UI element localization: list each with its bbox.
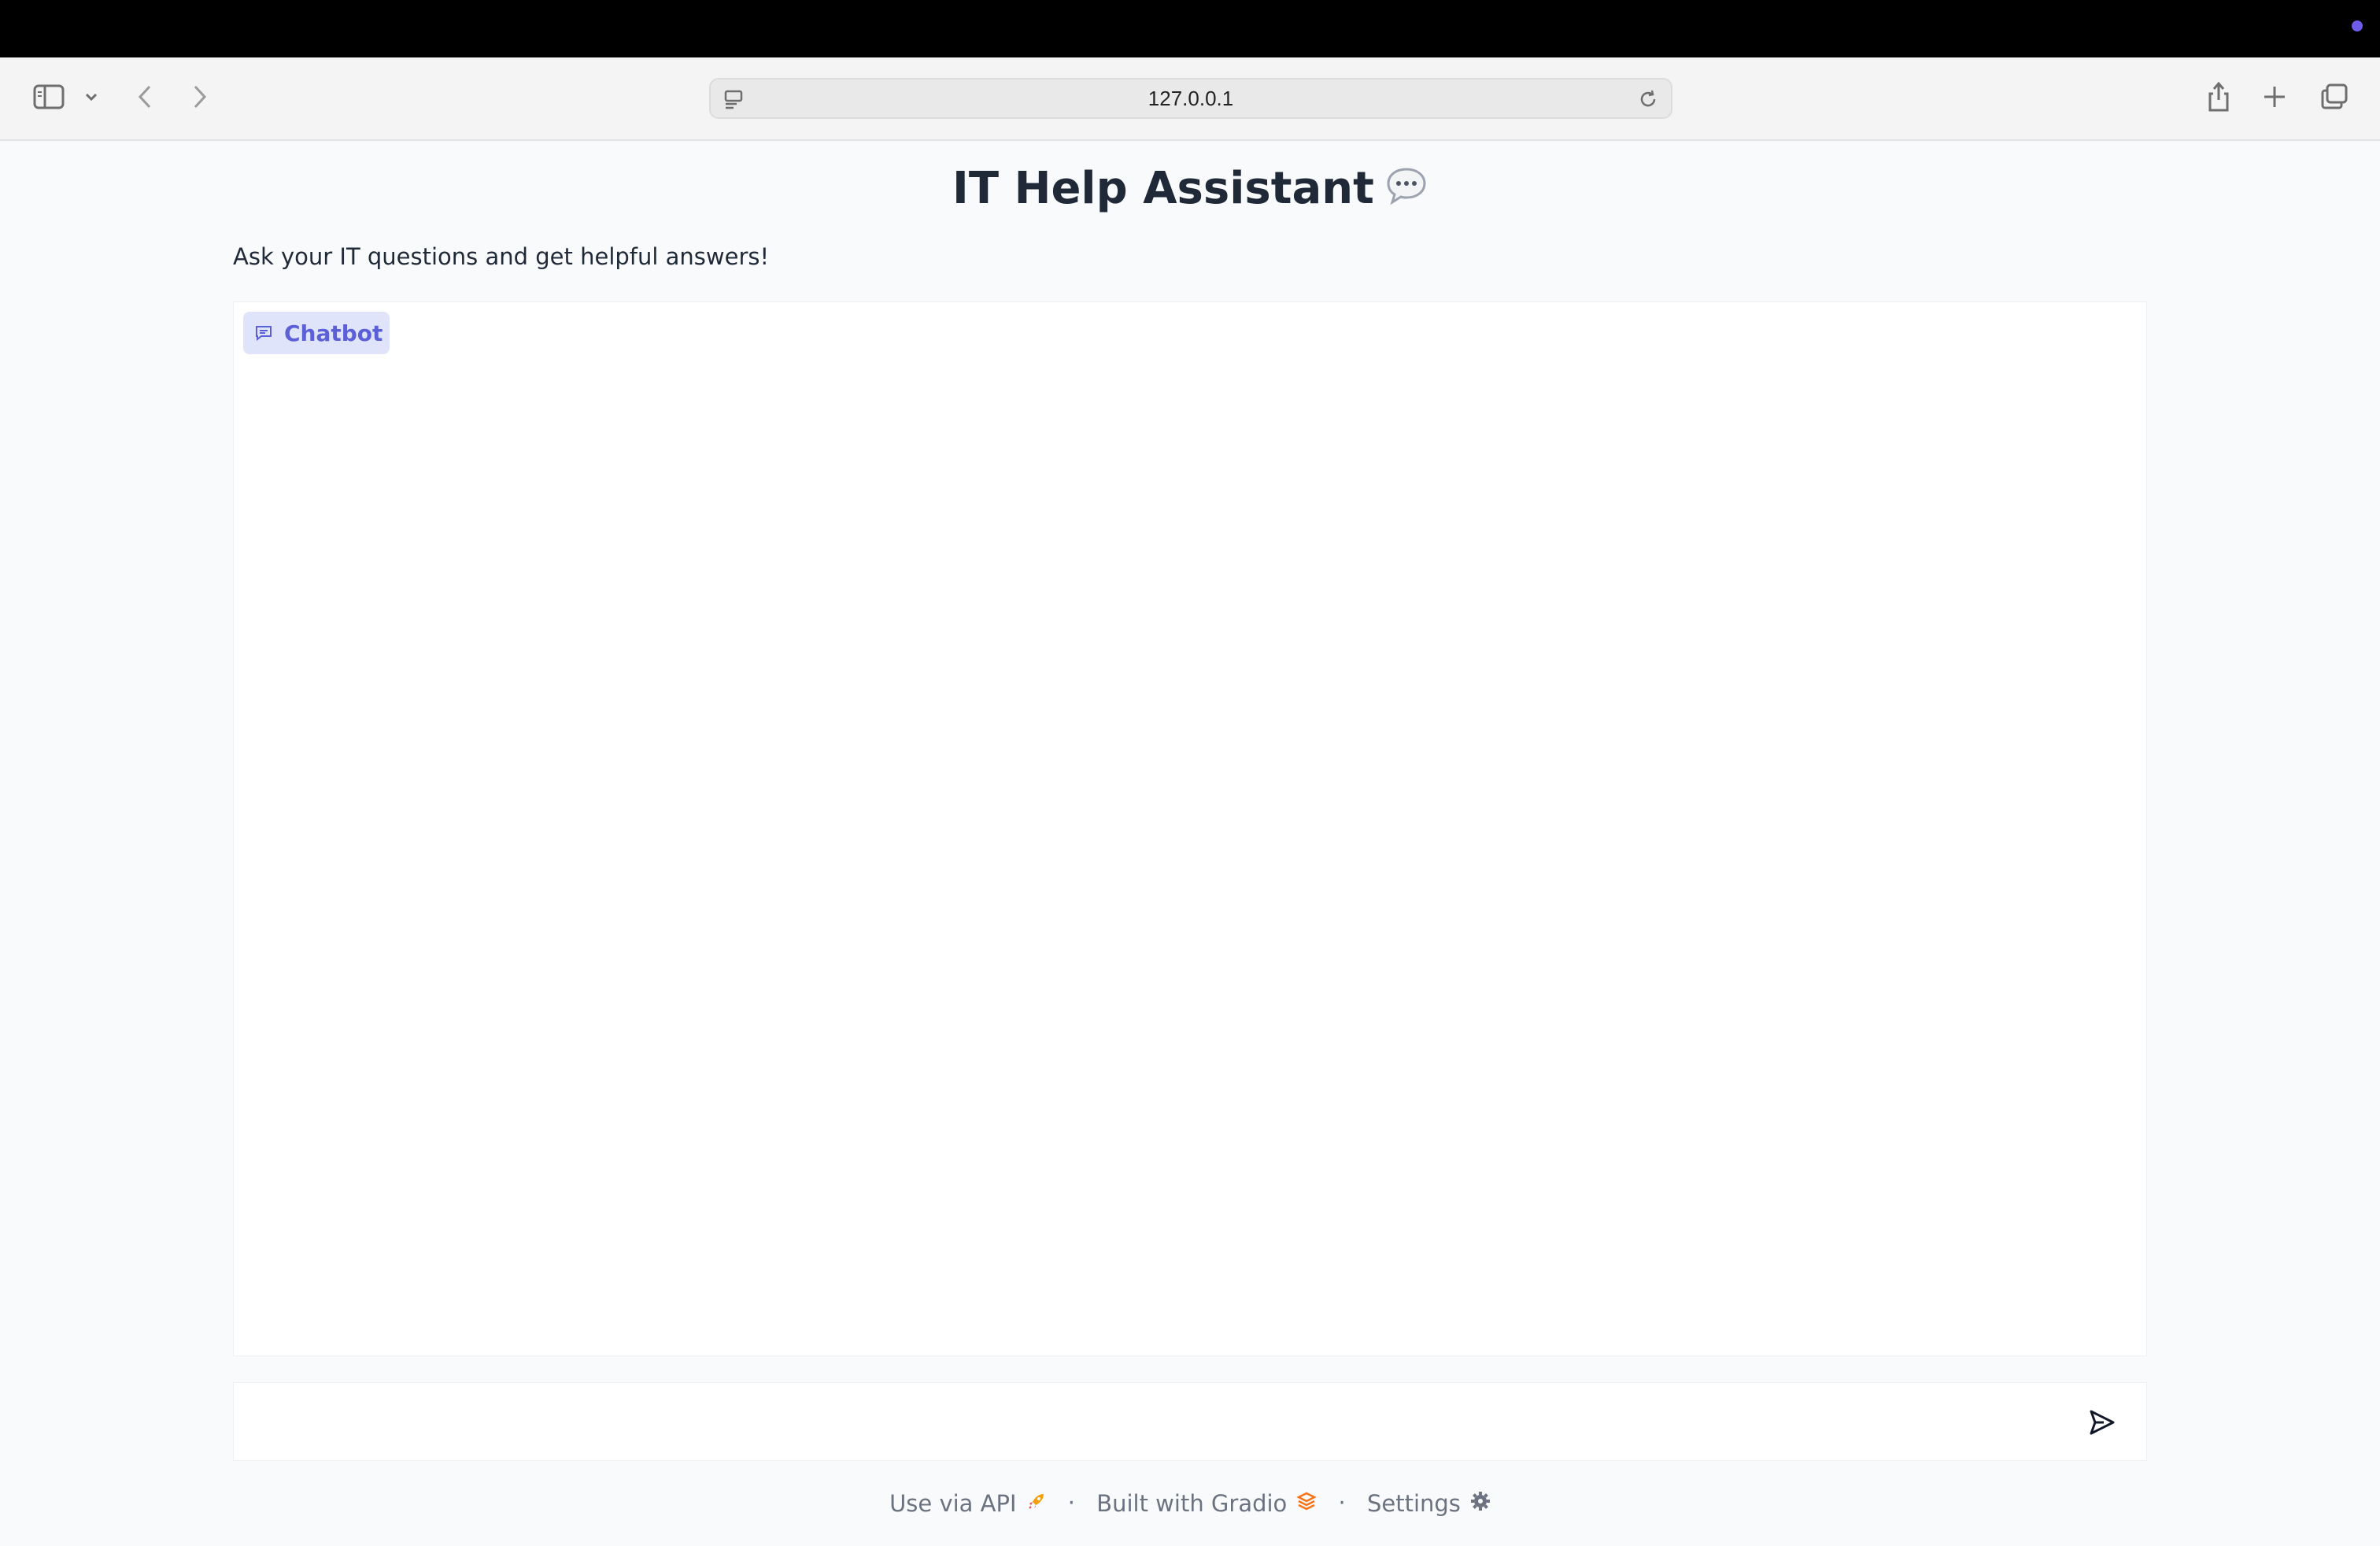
share-icon[interactable] — [2204, 80, 2234, 114]
message-input-row — [233, 1382, 2147, 1461]
back-icon[interactable] — [134, 83, 156, 111]
footer-separator: · — [1338, 1489, 1346, 1516]
chat-icon — [254, 324, 273, 342]
chatbot-label-text: Chatbot — [284, 320, 383, 346]
reload-icon[interactable] — [1636, 87, 1660, 111]
speech-bubble-icon — [1385, 165, 1428, 216]
settings-link[interactable]: Settings — [1366, 1489, 1491, 1517]
system-menu-bar — [0, 0, 2380, 57]
message-input[interactable] — [249, 1394, 2063, 1451]
sidebar-toggle-icon[interactable] — [31, 83, 66, 111]
browser-toolbar: 127.0.0.1 — [0, 57, 2380, 141]
footer-separator: · — [1067, 1489, 1075, 1516]
address-bar[interactable]: 127.0.0.1 — [709, 78, 1672, 119]
chevron-down-icon[interactable] — [82, 89, 101, 105]
settings-text: Settings — [1366, 1490, 1461, 1517]
rocket-icon — [1026, 1490, 1047, 1517]
page-title-text: IT Help Assistant — [952, 163, 1374, 214]
page-description: Ask your IT questions and get helpful an… — [233, 243, 770, 270]
gear-icon — [1470, 1490, 1491, 1517]
tab-overview-icon[interactable] — [2319, 83, 2350, 111]
footer: Use via API · Built with Gradio · Settin… — [0, 1488, 2380, 1517]
new-tab-icon[interactable] — [2260, 83, 2289, 111]
chatbot-label: Chatbot — [243, 312, 390, 354]
page-title: IT Help Assistant — [0, 163, 2380, 216]
use-via-api-link[interactable]: Use via API — [889, 1489, 1047, 1517]
gradio-app: IT Help Assistant Ask your IT questions … — [0, 141, 2380, 1546]
gradio-logo-icon — [1296, 1490, 1318, 1517]
built-with-gradio-text: Built with Gradio — [1096, 1490, 1288, 1517]
chatbot-panel: Chatbot — [233, 301, 2147, 1356]
built-with-gradio-link[interactable]: Built with Gradio — [1096, 1489, 1318, 1517]
use-via-api-text: Use via API — [889, 1490, 1017, 1517]
send-icon — [2090, 1410, 2115, 1435]
send-button[interactable] — [2086, 1407, 2118, 1438]
forward-icon[interactable] — [189, 83, 211, 111]
url-text: 127.0.0.1 — [1148, 86, 1234, 110]
status-dot-icon — [2352, 20, 2363, 31]
